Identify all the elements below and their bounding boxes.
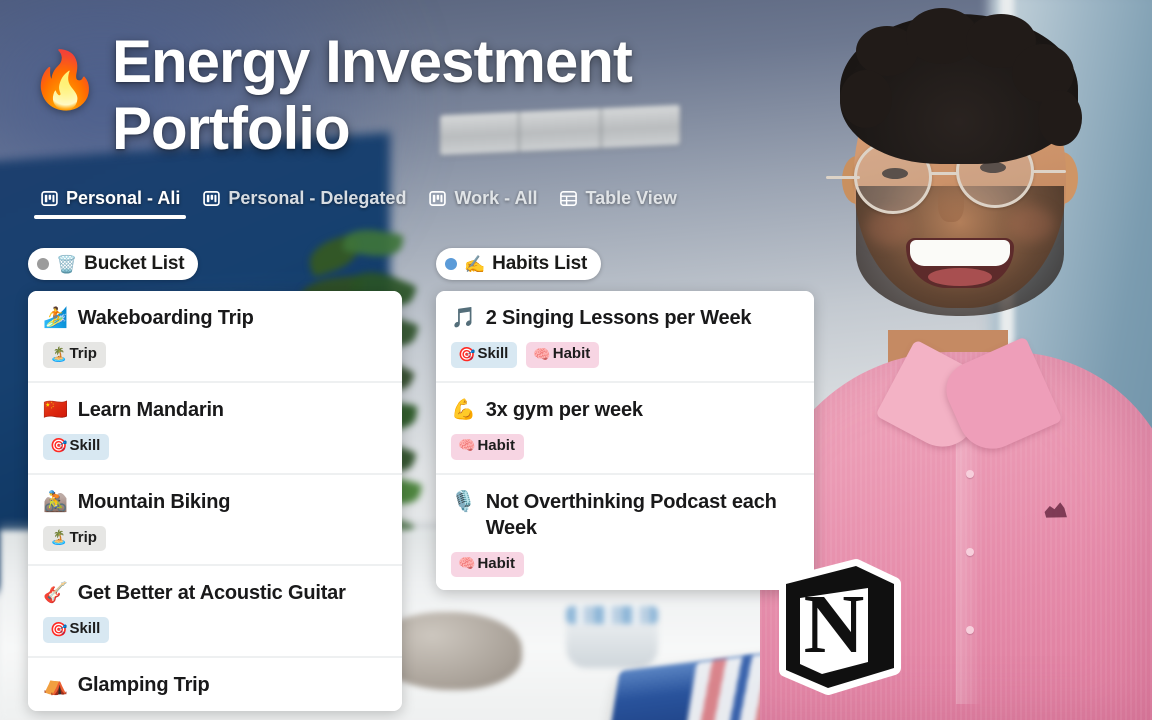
tab-label: Personal - Delegated (228, 188, 407, 208)
board-column-bucket-list: 🗑️ Bucket List 🏄 Wakeboarding Trip 🏝️ Tr… (28, 248, 402, 720)
tag-label: Skill (477, 345, 509, 362)
card-emoji: 🇨🇳 (43, 398, 68, 421)
card-title: 3x gym per week (485, 398, 643, 421)
board-card[interactable]: 🎙️ Not Overthinking Podcast each Week 🧠 … (436, 474, 814, 591)
card-emoji: 🎸 (43, 582, 68, 605)
tab-personal-ali[interactable]: Personal - Ali (33, 188, 187, 219)
board-column-habits-list: ✍️ Habits List 🎵 2 Singing Lessons per W… (436, 248, 814, 720)
board-view-icon (203, 190, 221, 207)
tag-label: Skill (69, 620, 101, 638)
tag-label: Habit (477, 554, 515, 572)
card-title: Get Better at Acoustic Guitar (77, 582, 346, 605)
group-header[interactable]: ✍️ Habits List (436, 248, 602, 280)
card-emoji: 🎙️ (451, 490, 476, 513)
card-stack: 🏄 Wakeboarding Trip 🏝️ Trip 🇨🇳 Learn Man… (28, 291, 402, 711)
tag-emoji: 🏝️ (50, 529, 68, 546)
tag-emoji: 🎯 (50, 437, 68, 454)
board-card[interactable]: 🎵 2 Singing Lessons per Week 🎯 Skill 🧠 H… (436, 291, 814, 383)
card-tags: 🎯 Skill (43, 433, 387, 460)
tab-label: Personal - Ali (66, 188, 181, 208)
group-emoji: 🗑️ (56, 254, 78, 274)
tag-skill[interactable]: 🎯 Skill (43, 617, 110, 643)
board-view-icon (41, 190, 58, 207)
tag-label: Habit (552, 345, 591, 362)
group-name: Bucket List (84, 253, 185, 274)
card-emoji: 💪 (451, 398, 476, 421)
card-title-row: 🎸 Get Better at Acoustic Guitar (43, 580, 387, 606)
card-title: Wakeboarding Trip (77, 307, 254, 329)
tab-personal-delegated[interactable]: Personal - Delegated (202, 188, 406, 215)
table-view-icon (560, 191, 578, 206)
group-header[interactable]: 🗑️ Bucket List (28, 248, 199, 280)
board-card[interactable]: 🚵 Mountain Biking 🏝️ Trip (28, 474, 402, 567)
card-title: 2 Singing Lessons per Week (485, 307, 752, 329)
tag-trip[interactable]: 🏝️ Trip (43, 525, 106, 552)
tag-emoji: 🏝️ (50, 345, 68, 362)
tab-work-all[interactable]: Work - All (428, 188, 537, 215)
tag-emoji: 🎯 (458, 345, 476, 362)
card-tags: 🎯 Skill 🧠 Habit (451, 342, 799, 368)
tag-skill[interactable]: 🎯 Skill (43, 433, 110, 460)
tab-table-view[interactable]: Table View (559, 188, 677, 215)
card-stack: 🎵 2 Singing Lessons per Week 🎯 Skill 🧠 H… (436, 291, 814, 591)
card-title-row: 🏄 Wakeboarding Trip (43, 305, 387, 331)
kanban-board: 🗑️ Bucket List 🏄 Wakeboarding Trip 🏝️ Tr… (28, 248, 1152, 720)
tag-emoji: 🧠 (458, 437, 476, 454)
group-emoji: ✍️ (464, 254, 486, 274)
tag-label: Skill (69, 436, 101, 454)
tab-label: Work - All (454, 188, 538, 208)
board-card[interactable]: 🏄 Wakeboarding Trip 🏝️ Trip (28, 291, 402, 383)
tag-label: Habit (477, 436, 515, 454)
tag-emoji: 🧠 (458, 555, 476, 572)
card-title-row: 🇨🇳 Learn Mandarin (43, 397, 387, 423)
tag-skill[interactable]: 🎯 Skill (451, 342, 518, 368)
board-card[interactable]: ⛺ Glamping Trip (28, 658, 402, 711)
notion-logo: N (760, 548, 912, 700)
card-title-row: ⛺ Glamping Trip (43, 672, 387, 698)
tag-habit[interactable]: 🧠 Habit (451, 433, 524, 460)
card-title: Mountain Biking (77, 490, 231, 513)
tag-emoji: 🎯 (50, 620, 68, 637)
card-emoji: 🎵 (451, 307, 476, 329)
board-card[interactable]: 🇨🇳 Learn Mandarin 🎯 Skill (28, 382, 402, 475)
card-title: Not Overthinking Podcast each Week (485, 490, 777, 539)
page-title: Energy Investment Portfolio (112, 28, 633, 163)
board-card[interactable]: 🎸 Get Better at Acoustic Guitar 🎯 Skill (28, 566, 402, 658)
tag-trip[interactable]: 🏝️ Trip (43, 342, 106, 368)
tag-emoji: 🧠 (533, 345, 551, 362)
board-card[interactable]: 💪 3x gym per week 🧠 Habit (436, 382, 814, 475)
card-title: Learn Mandarin (77, 398, 224, 421)
card-title: Glamping Trip (77, 674, 210, 696)
card-tags: 🧠 Habit (451, 551, 799, 578)
card-title-row: 🎵 2 Singing Lessons per Week (451, 305, 799, 331)
tab-label: Table View (585, 188, 677, 208)
board-view-icon (429, 190, 447, 207)
tag-label: Trip (69, 345, 97, 362)
view-tabs: Personal - Ali Personal - Delegated Work… (33, 188, 677, 219)
tag-habit[interactable]: 🧠 Habit (526, 342, 600, 368)
card-tags: 🎯 Skill (43, 617, 387, 643)
card-emoji: 🚵 (43, 490, 68, 513)
card-tags: 🏝️ Trip (43, 525, 387, 552)
tag-habit[interactable]: 🧠 Habit (451, 551, 524, 578)
notion-letter: N (804, 578, 865, 671)
card-title-row: 🚵 Mountain Biking (43, 489, 387, 515)
card-tags: 🧠 Habit (451, 433, 799, 460)
group-status-dot (37, 258, 49, 270)
tag-label: Trip (69, 528, 97, 546)
card-title-row: 💪 3x gym per week (451, 397, 799, 423)
group-name: Habits List (492, 253, 588, 274)
card-title-row: 🎙️ Not Overthinking Podcast each Week (451, 489, 799, 541)
card-emoji: 🏄 (43, 307, 68, 329)
card-tags: 🏝️ Trip (43, 342, 387, 368)
group-status-dot (445, 258, 457, 270)
card-emoji: ⛺ (43, 674, 68, 696)
fire-emoji: 🔥 (30, 48, 100, 111)
